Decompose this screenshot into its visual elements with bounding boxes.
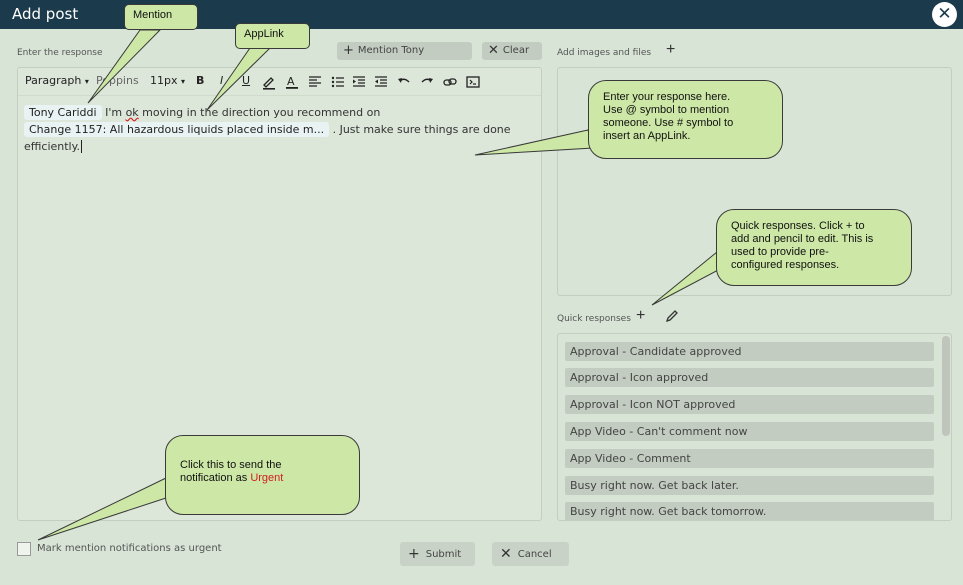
x-icon: ✕	[500, 546, 512, 562]
applink-callout-text: AppLink	[244, 28, 284, 40]
redo-icon[interactable]	[419, 74, 435, 90]
quick-responses-callout: Quick responses. Click + to add and penc…	[716, 209, 912, 286]
mention-callout: Mention	[124, 4, 198, 30]
editor-text: . Just make sure things are done	[332, 123, 511, 136]
callout-line: Click this to send the	[180, 459, 282, 471]
applink-callout: AppLink	[235, 23, 310, 49]
outdent-icon[interactable]	[373, 74, 389, 90]
link-icon[interactable]	[442, 74, 458, 90]
quick-response-item[interactable]: App Video - Comment	[565, 449, 934, 468]
indent-icon[interactable]	[351, 74, 367, 90]
mention-button[interactable]: + Mention Tony	[337, 42, 472, 60]
undo-icon[interactable]	[396, 74, 412, 90]
highlight-icon[interactable]	[261, 74, 277, 90]
editor-text: efficiently.	[24, 140, 81, 153]
font-family-select[interactable]: Poppins	[96, 74, 139, 87]
mention-callout-text: Mention	[133, 9, 173, 21]
submit-button[interactable]: + Submit	[400, 542, 475, 566]
quick-response-item[interactable]: Approval - Icon approved	[565, 368, 934, 387]
quick-response-item[interactable]: Busy right now. Get back later.	[565, 476, 934, 495]
text-color-icon[interactable]: A	[284, 74, 300, 90]
chevron-down-icon: ▾	[181, 77, 186, 86]
editor-text: I'm	[105, 106, 126, 119]
align-left-icon[interactable]	[307, 74, 323, 90]
urgent-checkbox[interactable]	[17, 542, 31, 556]
editor-help-callout: Enter your response here. Use @ symbol t…	[588, 80, 783, 159]
callout-line: Enter your response here.	[603, 91, 731, 103]
attachments-label: Add images and files	[557, 48, 652, 58]
quick-response-item[interactable]: Approval - Candidate approved	[565, 342, 934, 361]
bold-icon[interactable]: B	[196, 74, 204, 87]
font-size-select[interactable]: 11px ▾	[150, 74, 185, 87]
pencil-icon[interactable]	[665, 309, 679, 323]
quick-responses-label: Quick responses	[557, 314, 631, 324]
quick-response-item[interactable]: Busy right now. Get back tomorrow.	[565, 502, 934, 520]
plus-icon: +	[408, 546, 420, 562]
svg-text:A: A	[287, 75, 295, 88]
quick-response-item[interactable]: Approval - Icon NOT approved	[565, 395, 934, 414]
clear-button[interactable]: ✕ Clear	[482, 42, 542, 60]
quick-responses-list: Approval - Candidate approved Approval -…	[557, 333, 952, 521]
mention-button-label: Mention Tony	[357, 45, 425, 56]
editor-content[interactable]: Tony Cariddi I'm ok moving in the direct…	[24, 104, 534, 155]
quick-responses-scrollbar[interactable]	[942, 336, 950, 436]
chevron-down-icon: ▾	[84, 77, 89, 86]
cancel-button-label: Cancel	[517, 549, 552, 560]
add-file-icon[interactable]: +	[666, 41, 675, 59]
callout-line: Quick responses. Click + to	[731, 220, 865, 232]
clear-button-label: Clear	[502, 45, 530, 56]
x-icon: ✕	[488, 43, 499, 58]
urgent-checkbox-label: Mark mention notifications as urgent	[37, 543, 222, 554]
applink-chip[interactable]: Change 1157: All hazardous liquids place…	[24, 122, 330, 137]
text-cursor	[81, 140, 83, 153]
editor-text-misspelled: ok	[125, 106, 139, 119]
callout-line: notification as Urgent	[180, 472, 345, 485]
block-format-value: Paragraph	[25, 74, 82, 87]
add-quick-response-icon[interactable]: +	[636, 307, 645, 325]
callout-line: configured responses.	[731, 259, 840, 271]
close-icon[interactable]: ✕	[932, 2, 957, 27]
callout-line: insert an AppLink.	[603, 130, 691, 142]
editor-toolbar: Paragraph ▾ Poppins 11px ▾ B I U A	[18, 68, 541, 96]
code-icon[interactable]	[465, 74, 481, 90]
editor-text: moving in the direction you recommend on	[138, 106, 381, 119]
italic-icon[interactable]: I	[220, 74, 223, 87]
mention-chip[interactable]: Tony Cariddi	[24, 105, 102, 120]
quick-response-item[interactable]: App Video - Can't comment now	[565, 422, 934, 441]
cancel-button[interactable]: ✕ Cancel	[492, 542, 569, 566]
submit-button-label: Submit	[425, 549, 462, 560]
underline-icon[interactable]: U	[242, 74, 250, 87]
callout-line: someone. Use # symbol to	[603, 117, 734, 129]
response-label: Enter the response	[17, 48, 103, 58]
dialog-title: Add post	[12, 5, 79, 23]
callout-text: notification as	[180, 472, 251, 484]
callout-line: used to provide pre-	[731, 246, 829, 258]
font-size-value: 11px	[150, 74, 178, 87]
block-format-select[interactable]: Paragraph ▾	[25, 74, 89, 87]
bullet-list-icon[interactable]	[330, 74, 346, 90]
urgent-word: Urgent	[250, 472, 284, 484]
urgent-callout: Click this to send the notification as U…	[165, 435, 360, 515]
plus-icon: +	[343, 43, 354, 58]
callout-line: add and pencil to edit. This is	[731, 233, 874, 245]
callout-line: Use @ symbol to mention	[603, 104, 730, 116]
